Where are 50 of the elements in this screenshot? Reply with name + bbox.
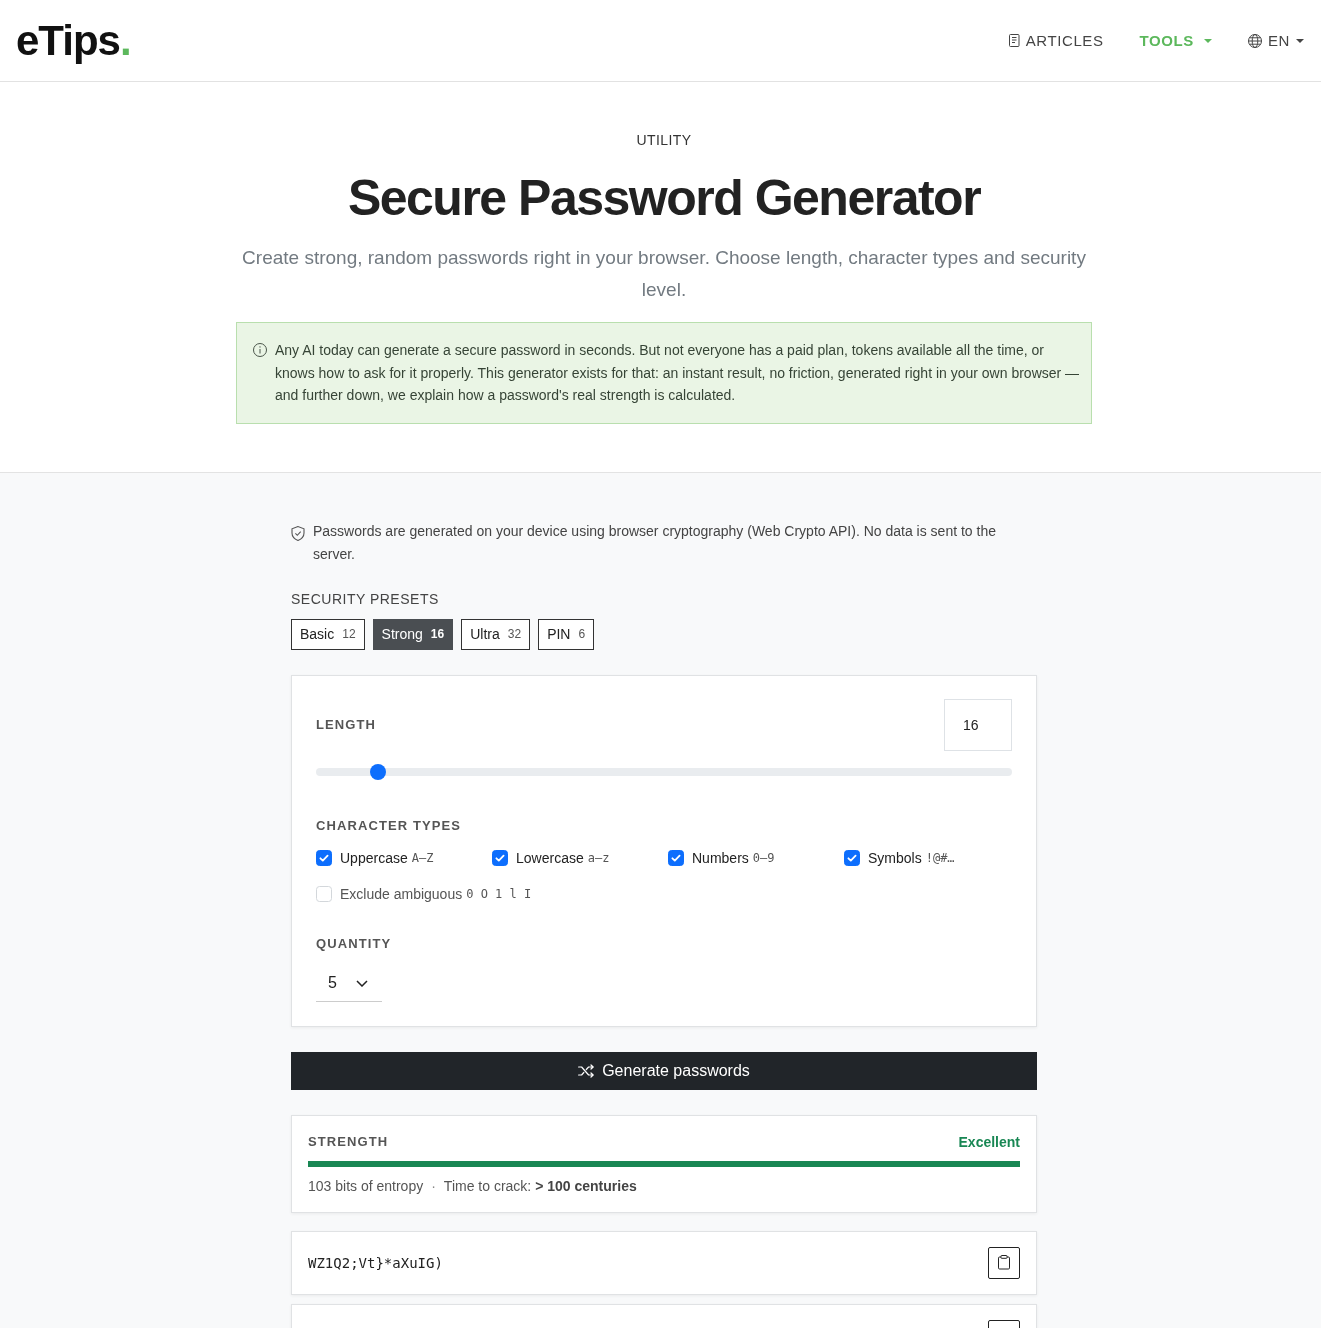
- preset-button[interactable]: PIN 6: [538, 618, 595, 650]
- field-label: STRENGTH: [308, 1132, 389, 1151]
- slider-thumb[interactable]: [370, 763, 387, 780]
- preset-button[interactable]: Ultra 32: [461, 618, 531, 650]
- language-selector[interactable]: EN: [1247, 32, 1304, 49]
- length-input[interactable]: 16: [944, 698, 1012, 751]
- page-subtitle: Create strong, random passwords right in your browser. Choose length, character types and security level.: [241, 246, 1087, 302]
- character-hint: 0–9: [752, 850, 775, 865]
- notice-text: Any AI today can generate a secure password in seconds. But not everyone has a paid plan, tokens available all the time, or knows how to ask for it properly. This generator exists for that: an instant result, no friction, generated right in your own browser — and further down, we explain how a password's real strength is calculated.: [275, 341, 1081, 405]
- checkbox[interactable]: [844, 849, 860, 866]
- globe-icon: [1247, 33, 1262, 48]
- document-icon: [1007, 34, 1020, 47]
- copy-button[interactable]: [988, 1246, 1020, 1279]
- preset-button[interactable]: Basic 12: [291, 618, 365, 650]
- option-label: Symbols: [868, 849, 922, 866]
- separator-dot: ·: [431, 1176, 436, 1196]
- clipboard-icon: [998, 1255, 1010, 1270]
- nav-link[interactable]: ARTICLES: [1007, 32, 1104, 49]
- password-text: WZ1Q2;Vt}*aXuIG): [308, 1254, 443, 1271]
- shield-check-icon: [291, 525, 305, 541]
- character-hint: a–z: [587, 850, 610, 865]
- field-label: CHARACTER TYPES: [316, 816, 463, 835]
- character-hint: 0 O 1 l I: [466, 886, 532, 901]
- caret-icon: [1296, 38, 1304, 43]
- logo[interactable]: eTips.: [16, 19, 131, 62]
- character-hint: !@#…: [925, 850, 955, 865]
- entropy-text: 103 bits of entropy: [308, 1176, 424, 1196]
- caret-icon: [1203, 38, 1212, 43]
- crack-time-text: Time to crack: > 100 centuries: [443, 1176, 637, 1196]
- strength-rating: Excellent: [958, 1132, 1020, 1152]
- preset-button[interactable]: Strong 16: [372, 618, 454, 650]
- generate-button[interactable]: Generate passwords: [291, 1051, 1037, 1090]
- section-label: SECURITY PRESETS: [291, 589, 440, 609]
- option-label: Uppercase: [340, 849, 408, 866]
- checkbox[interactable]: [316, 849, 332, 866]
- option-label: Numbers: [692, 849, 749, 866]
- option-label: Lowercase: [516, 849, 584, 866]
- page-title: Secure Password Generator: [347, 169, 981, 228]
- privacy-note: Passwords are generated on your device using browser cryptography (Web Crypto API). No data is sent to the server.: [313, 521, 997, 564]
- checkbox[interactable]: [668, 849, 684, 866]
- shuffle-icon: [578, 1063, 595, 1078]
- chevron-down-icon: [355, 979, 368, 987]
- option-label: Exclude ambiguous: [340, 885, 463, 902]
- character-hint: A–Z: [411, 850, 434, 865]
- quantity-select[interactable]: 5: [316, 965, 382, 1002]
- field-label: LENGTH: [316, 715, 377, 734]
- section-label: UTILITY: [636, 131, 692, 150]
- field-label: QUANTITY: [316, 934, 393, 953]
- checkbox[interactable]: [492, 849, 508, 866]
- info-icon: [253, 343, 267, 357]
